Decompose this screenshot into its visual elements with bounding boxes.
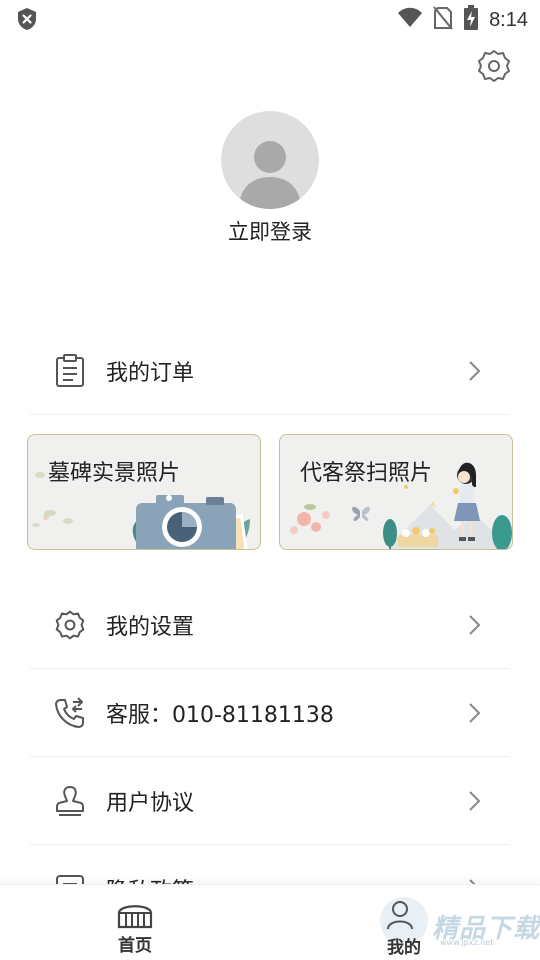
chevron-right-icon — [469, 361, 481, 381]
my-settings-label: 我的设置 — [106, 615, 195, 640]
wifi-icon — [397, 7, 423, 33]
no-sim-icon — [433, 6, 453, 34]
avatar[interactable] — [221, 111, 319, 209]
tombstone-photos-title: 墓碑实景照片 — [48, 461, 181, 486]
login-button[interactable]: 立即登录 — [0, 216, 540, 246]
status-time: 8:14 — [489, 8, 528, 31]
customer-service-label: 客服：010-81181138 — [106, 703, 334, 728]
user-stamp-icon — [52, 783, 88, 819]
my-settings-row[interactable]: 我的设置 — [30, 581, 510, 669]
my-orders-label: 我的订单 — [106, 361, 195, 386]
girl-flowers-illustration — [290, 462, 512, 549]
divider — [30, 414, 510, 415]
watermark-sub: www.jpxz.net — [440, 938, 494, 947]
customer-service-row[interactable]: 客服：010-81181138 — [30, 669, 510, 757]
user-agreement-row[interactable]: 用户协议 — [30, 757, 510, 845]
nav-home-label: 首页 — [118, 936, 152, 956]
proxy-sweep-photos-title: 代客祭扫照片 — [300, 461, 433, 486]
tombstone-photos-card[interactable]: 墓碑实景照片 — [27, 434, 261, 550]
my-orders-row[interactable]: 我的订单 — [30, 327, 510, 415]
chevron-right-icon — [469, 703, 481, 723]
clipboard-icon — [52, 353, 88, 389]
user-agreement-label: 用户协议 — [106, 791, 195, 816]
nav-home[interactable]: 首页 — [100, 899, 170, 959]
camera-photos-illustration — [32, 472, 250, 549]
settings-button[interactable] — [476, 48, 512, 84]
phone-forward-icon — [52, 695, 88, 731]
battery-charging-icon — [463, 5, 479, 35]
shield-x-icon — [16, 7, 38, 35]
chevron-right-icon — [469, 791, 481, 811]
home-gate-icon — [117, 905, 153, 929]
gear-icon — [52, 607, 88, 643]
default-avatar-icon — [239, 141, 301, 209]
nav-mine-label: 我的 — [387, 938, 421, 958]
status-bar: 8:14 — [0, 0, 540, 38]
proxy-sweep-photos-card[interactable]: 代客祭扫照片 — [279, 434, 513, 550]
chevron-right-icon — [469, 615, 481, 635]
nav-mine[interactable]: 我的 — [372, 895, 436, 959]
gear-icon — [478, 50, 510, 82]
